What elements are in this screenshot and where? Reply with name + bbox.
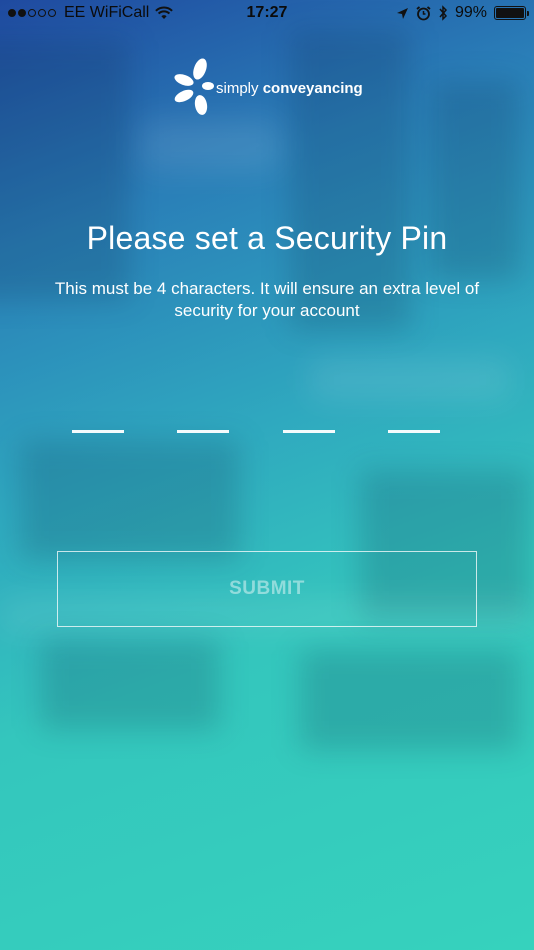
pin-digit-3[interactable] bbox=[283, 430, 335, 433]
page-subtitle: This must be 4 characters. It will ensur… bbox=[54, 279, 480, 320]
alarm-clock-icon bbox=[416, 5, 431, 20]
status-bar: EE WiFiCall 17:27 99% bbox=[0, 0, 534, 28]
logo-text-simply: simply bbox=[216, 79, 259, 97]
page-title: Please set a Security Pin bbox=[86, 220, 448, 256]
background-image bbox=[0, 0, 534, 950]
battery-percent: 99% bbox=[454, 4, 487, 21]
status-right: 99% bbox=[396, 4, 529, 22]
pin-input-group bbox=[0, 430, 534, 434]
location-arrow-icon bbox=[396, 7, 408, 19]
logo-text-conveyancing: conveyancing bbox=[262, 79, 363, 97]
battery-cap bbox=[527, 11, 529, 16]
flower-logo-icon bbox=[174, 58, 214, 115]
pin-digit-4[interactable] bbox=[388, 430, 440, 433]
bluetooth-icon bbox=[439, 5, 447, 21]
brand-logo: simply conveyancing bbox=[174, 58, 363, 116]
pin-digit-2[interactable] bbox=[177, 430, 229, 433]
battery-icon bbox=[494, 6, 529, 20]
pin-digit-1[interactable] bbox=[72, 430, 124, 433]
submit-button[interactable]: SUBMIT bbox=[57, 551, 477, 627]
battery-fill bbox=[496, 8, 524, 18]
logo-wordmark: simply conveyancing bbox=[216, 80, 363, 97]
